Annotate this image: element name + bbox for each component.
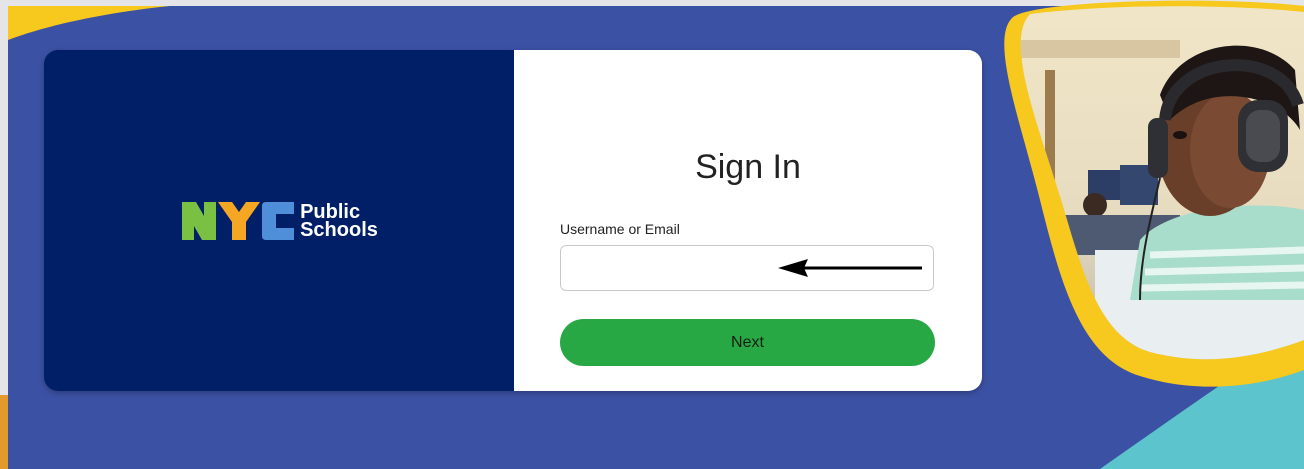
- signin-form-panel: Sign In Username or Email Next: [514, 50, 982, 391]
- page-title: Sign In: [695, 148, 801, 186]
- nyc-public-schools-logo: Public Schools: [182, 200, 378, 241]
- username-label: Username or Email: [560, 221, 680, 237]
- nyc-logo-mark: [182, 201, 295, 240]
- arrow-left-icon: [778, 259, 922, 277]
- signin-card: Public Schools Sign In Username or Email…: [44, 50, 982, 391]
- logo-line-public: Public: [300, 200, 361, 223]
- next-button[interactable]: Next: [560, 319, 935, 366]
- logo-wordmark: Public Schools: [300, 200, 378, 241]
- brand-panel: Public Schools: [44, 50, 514, 391]
- logo-line-schools: Schools: [300, 218, 378, 241]
